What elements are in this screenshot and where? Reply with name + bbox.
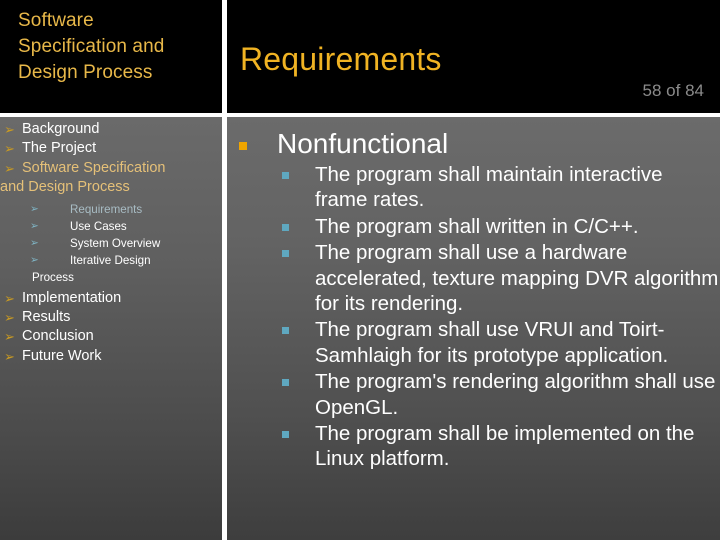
arrow-bullet-icon: ➢ xyxy=(4,329,15,345)
sidebar-item-label: Future Work xyxy=(22,347,102,364)
arrow-bullet-icon: ➢ xyxy=(4,141,15,157)
arrow-bullet-icon: ➢ xyxy=(30,254,39,267)
sidebar-item-label: Background xyxy=(22,121,100,137)
slide-content: Nonfunctional The program shall maintain… xyxy=(227,117,720,540)
sidebar-item-software-specification-and-design-process[interactable]: ➢ Software Specification and Design Proc… xyxy=(0,159,222,198)
content-bullet-5: The program's rendering algorithm shall … xyxy=(227,369,720,420)
deck-title-line-2: Specification and xyxy=(18,36,165,57)
sidebar-item-label: Iterative Design xyxy=(70,254,151,268)
deck-title: Software Specification and Design Proces… xyxy=(18,8,214,86)
square-bullet-icon xyxy=(282,172,289,179)
sidebar-item-requirements[interactable]: ➢ Requirements xyxy=(0,201,222,218)
square-bullet-icon xyxy=(239,142,247,150)
sidebar-item-label: Use Cases xyxy=(70,219,127,233)
sidebar-item-background[interactable]: ➢ Background xyxy=(0,120,222,139)
sidebar-item-label: Conclusion xyxy=(22,328,94,345)
arrow-bullet-icon: ➢ xyxy=(4,160,15,176)
sidebar-item-iterative-design-process[interactable]: ➢ Iterative Design xyxy=(0,252,222,269)
content-heading-nonfunctional: Nonfunctional xyxy=(227,127,720,161)
square-bullet-icon xyxy=(282,379,289,387)
sidebar-item-label: Software Specification xyxy=(22,159,166,176)
sidebar-item-system-overview[interactable]: ➢ System Overview xyxy=(0,235,222,252)
sidebar-item-future-work[interactable]: ➢ Future Work xyxy=(0,347,222,366)
sidebar-item-use-cases[interactable]: ➢ Use Cases xyxy=(0,218,222,235)
sidebar-item-results[interactable]: ➢ Results xyxy=(0,308,222,327)
arrow-bullet-icon: ➢ xyxy=(4,122,15,137)
content-bullet-label: The program shall use a hardware acceler… xyxy=(315,241,719,316)
content-bullet-2: The program shall written in C/C++. xyxy=(227,214,720,239)
sidebar-item-label: System Overview xyxy=(70,237,161,251)
arrow-bullet-icon: ➢ xyxy=(30,237,39,250)
arrow-bullet-icon: ➢ xyxy=(4,348,15,364)
square-bullet-icon xyxy=(282,250,289,258)
sidebar-item-label: Requirements xyxy=(70,202,143,216)
slide-canvas: Software Specification and Design Proces… xyxy=(0,0,720,540)
sidebar-item-iterative-design-process-line2: Process xyxy=(32,271,74,285)
sidebar-item-implementation[interactable]: ➢ Implementation xyxy=(0,289,222,308)
content-bullet-label: The program shall be implemented on the … xyxy=(315,422,695,471)
content-heading-label: Nonfunctional xyxy=(277,128,449,159)
slide-title: Requirements xyxy=(240,41,442,77)
arrow-bullet-icon: ➢ xyxy=(4,310,15,326)
slide-header: Software Specification and Design Proces… xyxy=(0,0,720,113)
square-bullet-icon xyxy=(282,327,289,335)
content-bullet-4: The program shall use VRUI and Toirt-Sam… xyxy=(227,317,720,368)
sidebar-item-the-project[interactable]: ➢ The Project xyxy=(0,139,222,158)
content-bullet-3: The program shall use a hardware acceler… xyxy=(227,240,720,316)
arrow-bullet-icon: ➢ xyxy=(30,219,39,232)
square-bullet-icon xyxy=(282,431,289,439)
page-counter: 58 of 84 xyxy=(642,81,704,100)
sidebar-item-label: Implementation xyxy=(22,289,122,306)
arrow-bullet-icon: ➢ xyxy=(30,202,39,215)
content-bullet-label: The program shall use VRUI and Toirt-Sam… xyxy=(315,318,669,367)
content-bullet-label: The program shall written in C/C++. xyxy=(315,214,639,238)
content-bullet-label: The program shall maintain interactive f… xyxy=(315,163,663,212)
outline-sidebar: ➢ Background ➢ The Project ➢ Software Sp… xyxy=(0,117,222,540)
content-bullet-1: The program shall maintain interactive f… xyxy=(227,162,720,213)
sidebar-item-label: Results xyxy=(22,309,71,326)
sidebar-item-label: The Project xyxy=(22,140,97,157)
arrow-bullet-icon: ➢ xyxy=(4,290,15,306)
content-bullet-6: The program shall be implemented on the … xyxy=(227,421,720,472)
deck-title-line-1: Software xyxy=(18,10,94,31)
sidebar-item-conclusion[interactable]: ➢ Conclusion xyxy=(0,327,222,346)
square-bullet-icon xyxy=(282,223,289,231)
sidebar-item-label-line2: and Design Process xyxy=(0,179,130,196)
deck-title-line-3: Design Process xyxy=(18,62,153,83)
content-bullet-label: The program's rendering algorithm shall … xyxy=(315,370,716,419)
